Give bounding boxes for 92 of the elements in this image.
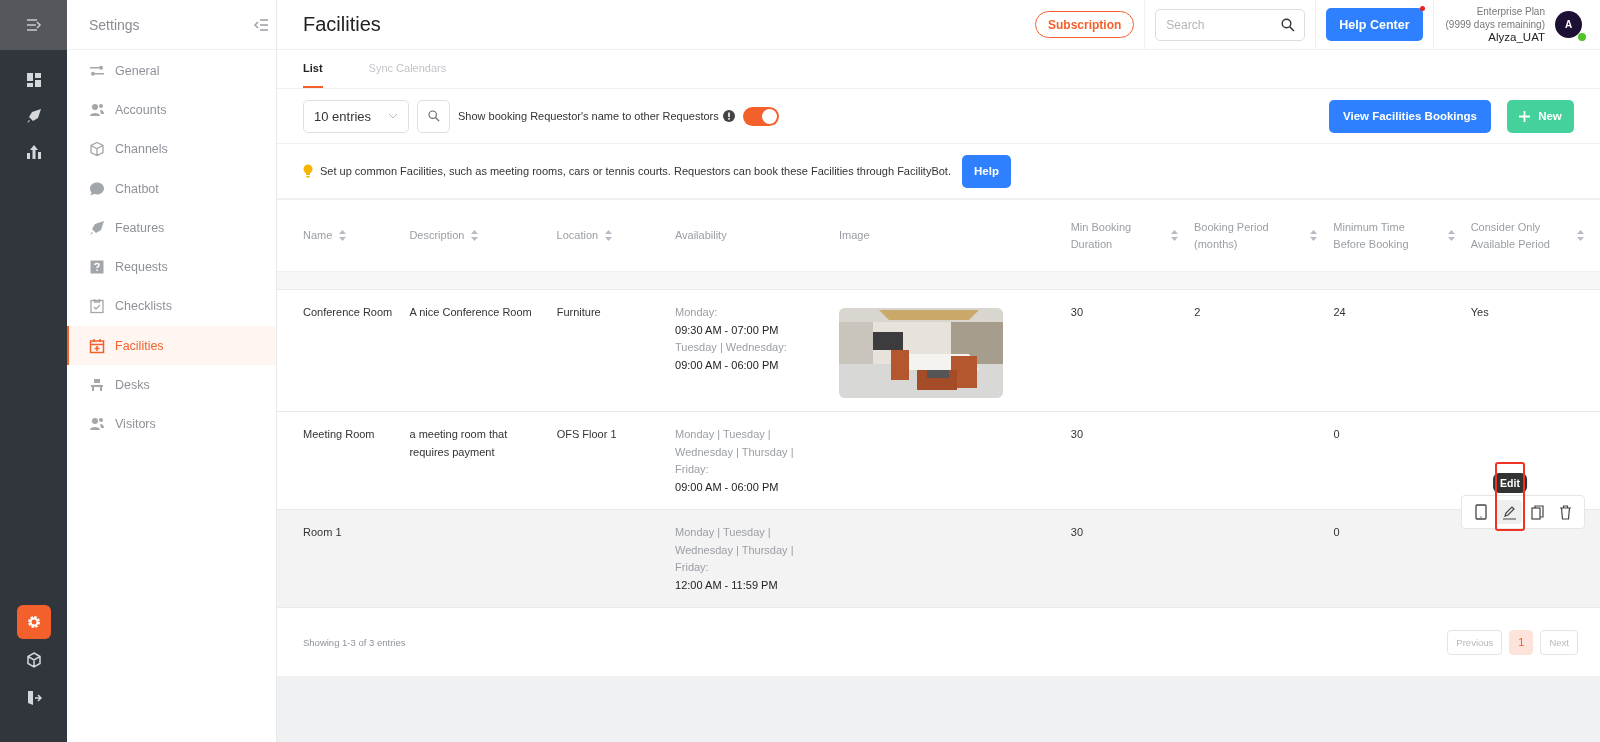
tab[interactable]: List [303, 50, 323, 88]
chevron-down-icon [388, 113, 398, 119]
user-name: Alyza_UAT [1488, 31, 1545, 44]
sort-icon[interactable] [471, 230, 479, 241]
cube-icon [89, 141, 105, 158]
search-icon [427, 110, 440, 122]
table-cell-text: Meeting Room [303, 427, 376, 442]
chat-bubble-icon [89, 180, 105, 197]
plus-icon [1519, 110, 1531, 122]
column-header[interactable]: Consider Only Available Period [1470, 218, 1600, 253]
table-cell-text: 30 [1070, 427, 1085, 442]
sort-icon[interactable] [605, 230, 613, 241]
clipboard-check-icon [89, 298, 105, 315]
table-cell-text: 30 [1070, 305, 1085, 320]
table-cell-text: 24 [1333, 305, 1347, 320]
pagination-button[interactable]: Previous [1447, 629, 1503, 655]
column-header[interactable]: Name [303, 227, 410, 244]
help-button[interactable]: Help [961, 154, 1011, 188]
availability-hours: 09:00 AM - 06:00 PM [675, 357, 780, 373]
column-header[interactable]: Minimum Time Before Booking [1333, 218, 1471, 253]
table-row[interactable]: Room 1 Monday | Tuesday | Wednesday | Thursday | Friday: 12:00 AM - 11:59 PM 30 0 [277, 510, 1600, 608]
highlight-frame [1495, 462, 1525, 531]
question-icon [89, 259, 105, 276]
column-header[interactable]: Booking Period (months) [1194, 218, 1334, 253]
table-cell-text: Conference Room [303, 305, 394, 320]
sidebar-item[interactable]: Accounts [67, 90, 276, 130]
availability-days: Monday | Tuesday | Wednesday | Thursday | Friday: [675, 524, 804, 577]
days-remaining: (9999 days remaining) [1445, 18, 1545, 31]
settings-icon[interactable] [16, 605, 51, 639]
toggle-switch[interactable] [742, 106, 779, 126]
availability-days: Monday | Tuesday | Wednesday | Thursday | Friday: [675, 426, 804, 479]
sidebar-item[interactable]: Requests [67, 247, 276, 287]
search-field[interactable]: Search [1155, 8, 1306, 41]
edit-icon[interactable] [1496, 500, 1522, 524]
sort-icon[interactable] [1577, 230, 1584, 241]
info-icon [722, 110, 735, 122]
users-icon [89, 416, 105, 433]
availability-hours: 12:00 AM - 11:59 PM [675, 577, 779, 593]
tab[interactable]: Sync Calendars [368, 50, 447, 88]
page-title: Facilities [303, 13, 381, 36]
collapse-icon[interactable] [254, 18, 268, 31]
pagination-button[interactable]: 1 [1509, 629, 1534, 655]
search-button[interactable] [417, 99, 450, 133]
table-cell-text: Room 1 [303, 525, 343, 540]
availability-days: Monday: [675, 304, 804, 322]
plan-name: Enterprise Plan [1476, 5, 1545, 18]
sort-icon[interactable] [1310, 230, 1318, 241]
sidebar-title: Settings [89, 16, 140, 33]
sidebar-item[interactable]: Features [67, 208, 276, 248]
sort-icon[interactable] [1447, 230, 1455, 241]
availability-days: Tuesday | Wednesday: [675, 339, 804, 357]
entries-summary: Showing 1-3 of 3 entries [303, 636, 406, 648]
column-header[interactable]: Location [556, 227, 675, 244]
search-icon [1281, 17, 1296, 32]
sidebar-item[interactable]: Visitors [67, 404, 276, 444]
sort-icon[interactable] [339, 230, 347, 241]
sidebar-item[interactable]: Desks [67, 365, 276, 405]
table-cell-text: Furniture [556, 305, 602, 320]
table-cell-text: A nice Conference Room [409, 305, 533, 320]
table-cell-text: a meeting room that requires payment [409, 427, 509, 460]
table-cell-text: Yes [1470, 305, 1490, 320]
view-bookings-button[interactable]: View Facilities Bookings [1329, 99, 1491, 133]
calendar-icon [89, 337, 105, 354]
sort-icon[interactable] [1171, 230, 1179, 241]
availability-hours: 09:30 AM - 07:00 PM [675, 322, 780, 338]
avatar[interactable]: A [1555, 11, 1582, 38]
sidebar-item[interactable]: Facilities [67, 326, 276, 366]
info-text: Set up common Facilities, such as meeting rooms, cars or tennis courts. Requestors can book these Facilities through FacilityBot. [320, 165, 951, 177]
availability-hours: 09:00 AM - 06:00 PM [675, 479, 780, 495]
sidebar-item[interactable]: Checklists [67, 286, 276, 327]
table-cell-text: 0 [1333, 525, 1341, 540]
column-header[interactable]: Availability [674, 227, 839, 244]
sidebar-item[interactable]: Chatbot [67, 168, 276, 209]
column-header[interactable]: Min Booking Duration [1070, 218, 1195, 253]
toggle-label: Show booking Requestor's name to other Requestors [458, 110, 719, 122]
column-header[interactable]: Image [838, 227, 1071, 244]
new-button[interactable]: New [1507, 99, 1574, 133]
users-icon [89, 101, 105, 118]
entries-dropdown[interactable]: 10 entries [303, 99, 409, 133]
help-center-button[interactable]: Help Center [1326, 8, 1423, 41]
table-cell-text: 30 [1070, 525, 1085, 540]
sidebar-item[interactable]: Channels [67, 129, 276, 169]
subscription-button[interactable]: Subscription [1035, 11, 1135, 38]
desk-icon [89, 377, 105, 393]
rocket-icon [89, 219, 105, 236]
pagination-button[interactable]: Next [1540, 629, 1578, 655]
lightbulb-icon [303, 164, 313, 178]
sidebar-item[interactable]: General [67, 51, 276, 91]
table-cell-text: OFS Floor 1 [556, 427, 618, 442]
table-cell-text: 0 [1333, 427, 1341, 442]
column-header[interactable]: Description [409, 227, 557, 244]
table-cell-text: 2 [1194, 305, 1202, 320]
